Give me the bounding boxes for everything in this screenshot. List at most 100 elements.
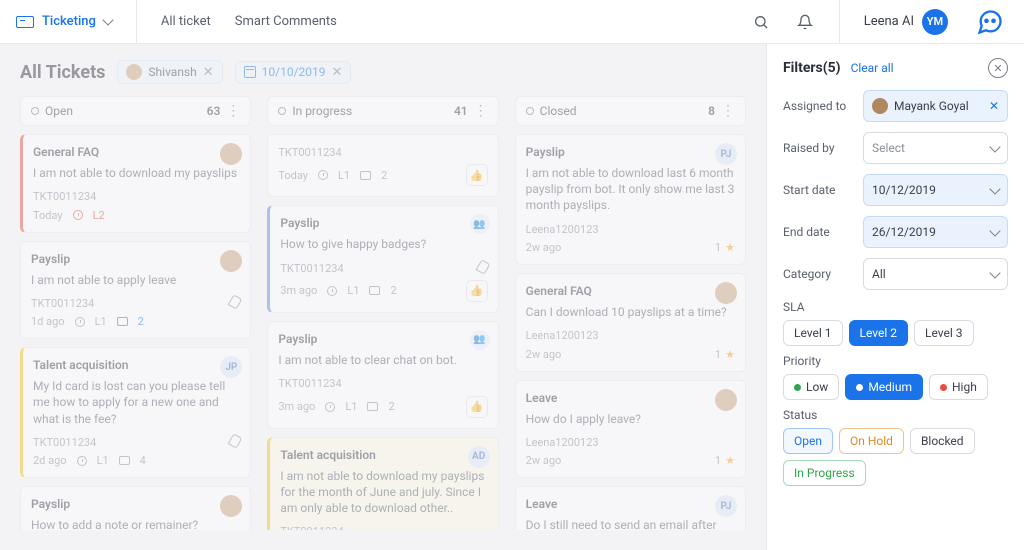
priority-option[interactable]: Low <box>783 374 839 400</box>
brand-label: Ticketing <box>42 14 96 29</box>
category-select[interactable]: All <box>863 258 1008 290</box>
status-option[interactable]: On Hold <box>839 428 904 454</box>
app-switcher[interactable]: Ticketing <box>16 14 112 29</box>
more-icon[interactable]: ⋮ <box>474 103 488 119</box>
column-count: 63 <box>207 104 221 118</box>
status-option[interactable]: Blocked <box>910 428 975 454</box>
start-date-input[interactable]: 10/12/2019 <box>863 174 1008 206</box>
card-body: I am not able to download my payslips fo… <box>280 468 487 517</box>
priority-option[interactable]: High <box>929 374 988 400</box>
status-label: Status <box>783 408 1008 422</box>
user-menu[interactable]: Leena AI YM <box>864 9 948 35</box>
comment-count: 4 <box>140 454 146 467</box>
ticket-card[interactable]: General FAQ Can I download 10 payslips a… <box>515 273 746 372</box>
column-title: Open <box>45 104 73 118</box>
ticket-card[interactable]: AD Talent acquisition I am not able to d… <box>267 437 498 530</box>
card-id: TKT0011234 <box>280 524 487 530</box>
card-id: TKT0011234 <box>280 261 487 276</box>
group-icon: 👥 <box>470 214 490 234</box>
card-time: 2d ago <box>33 454 67 467</box>
ticket-card[interactable]: 👥 Payslip I am not able to clear chat on… <box>267 321 498 429</box>
card-time: Today <box>33 209 63 222</box>
comment-icon <box>360 171 371 180</box>
sla-level: L1 <box>338 169 350 182</box>
chevron-down-icon <box>989 141 1000 152</box>
column-title: In progress <box>292 104 352 118</box>
card-id: TKT0011234 <box>33 189 240 204</box>
card-time: 2w ago <box>526 454 562 467</box>
ticket-card[interactable]: TKT0011234 Today L1 2 👍 <box>267 134 498 197</box>
close-icon[interactable]: ✕ <box>332 65 343 80</box>
ticket-card[interactable]: PJ Leave Do I still need to send an emai… <box>515 486 746 530</box>
priority-option[interactable]: Medium <box>845 374 923 400</box>
clear-icon[interactable]: ✕ <box>989 99 999 113</box>
column-count: 41 <box>454 104 468 118</box>
more-icon[interactable]: ⋮ <box>721 103 735 119</box>
end-date-input[interactable]: 26/12/2019 <box>863 216 1008 248</box>
card-title: Payslip <box>278 332 487 346</box>
group-icon: 👥 <box>470 330 490 350</box>
category-label: Category <box>783 267 855 281</box>
filter-chip-date[interactable]: 10/10/2019 ✕ <box>235 61 352 84</box>
sla-option[interactable]: Level 3 <box>914 320 974 346</box>
sla-option[interactable]: Level 2 <box>849 320 909 346</box>
raised-by-select[interactable]: Select <box>863 132 1008 164</box>
status-option[interactable]: Open <box>783 428 833 454</box>
card-time: 3m ago <box>280 284 317 297</box>
ticket-card[interactable]: Payslip I am not able to apply leave TKT… <box>20 241 251 340</box>
comment-icon <box>367 402 378 411</box>
nav-all-ticket[interactable]: All ticket <box>161 14 211 29</box>
rating: 1 <box>715 348 721 361</box>
thumbs-up-button[interactable]: 👍 <box>466 280 488 302</box>
thumbs-up-button[interactable]: 👍 <box>466 164 488 186</box>
ticket-card[interactable]: Payslip How to add a note or remainer? <box>20 486 251 530</box>
clear-all-link[interactable]: Clear all <box>851 61 894 75</box>
avatar: PJ <box>715 495 737 517</box>
close-icon[interactable]: ✕ <box>203 65 214 80</box>
ticket-card[interactable]: General FAQ I am not able to download my… <box>20 134 251 233</box>
clock-icon <box>77 456 87 466</box>
sla-level: L1 <box>95 315 107 328</box>
avatar <box>715 389 737 411</box>
priority-label: Priority <box>783 354 1008 368</box>
avatar: AD <box>468 446 490 468</box>
clock-icon <box>325 402 335 412</box>
bell-icon[interactable] <box>795 12 815 32</box>
card-id: TKT0011234 <box>31 296 240 311</box>
card-time: 1d ago <box>31 315 65 328</box>
chat-bot-icon[interactable] <box>972 4 1008 40</box>
sla-level: L1 <box>347 284 359 297</box>
avatar <box>220 495 242 517</box>
nav-smart-comments[interactable]: Smart Comments <box>235 14 337 29</box>
sla-option[interactable]: Level 1 <box>783 320 843 346</box>
card-title: General FAQ <box>526 284 735 298</box>
card-title: Leave <box>526 497 735 511</box>
sla-level: L1 <box>97 454 109 467</box>
card-id: Leena1200123 <box>526 328 735 343</box>
close-panel-button[interactable]: ✕ <box>988 58 1008 78</box>
status-option[interactable]: In Progress <box>783 460 866 486</box>
filter-chip-person[interactable]: Shivansh ✕ <box>117 60 222 84</box>
more-icon[interactable]: ⋮ <box>226 103 240 119</box>
ticket-card[interactable]: 👥 Payslip How to give happy badges? TKT0… <box>267 205 498 313</box>
card-id: Leena1200123 <box>526 435 735 450</box>
search-icon[interactable] <box>751 12 771 32</box>
card-id: TKT0011234 <box>278 145 487 160</box>
chevron-down-icon <box>989 267 1000 278</box>
ticket-card[interactable]: Leave How do I apply leave? Leena1200123… <box>515 380 746 479</box>
avatar: YM <box>922 9 948 35</box>
assigned-to-select[interactable]: Mayank Goyal ✕ <box>863 90 1008 122</box>
ticket-card[interactable]: PJ Payslip I am not able to download las… <box>515 134 746 265</box>
star-icon: ★ <box>725 241 735 254</box>
priority-dot-icon <box>940 384 947 391</box>
card-body: How to give happy badges? <box>280 236 487 252</box>
end-date-label: End date <box>783 225 855 239</box>
sla-level: L1 <box>345 400 357 413</box>
rating: 1 <box>715 241 721 254</box>
card-time: 3m ago <box>278 400 315 413</box>
thumbs-up-button[interactable]: 👍 <box>466 396 488 418</box>
status-dot-icon <box>31 107 39 115</box>
card-title: Payslip <box>526 145 735 159</box>
star-icon: ★ <box>725 454 735 467</box>
ticket-card[interactable]: JP Talent acquisition My Id card is lost… <box>20 347 251 478</box>
